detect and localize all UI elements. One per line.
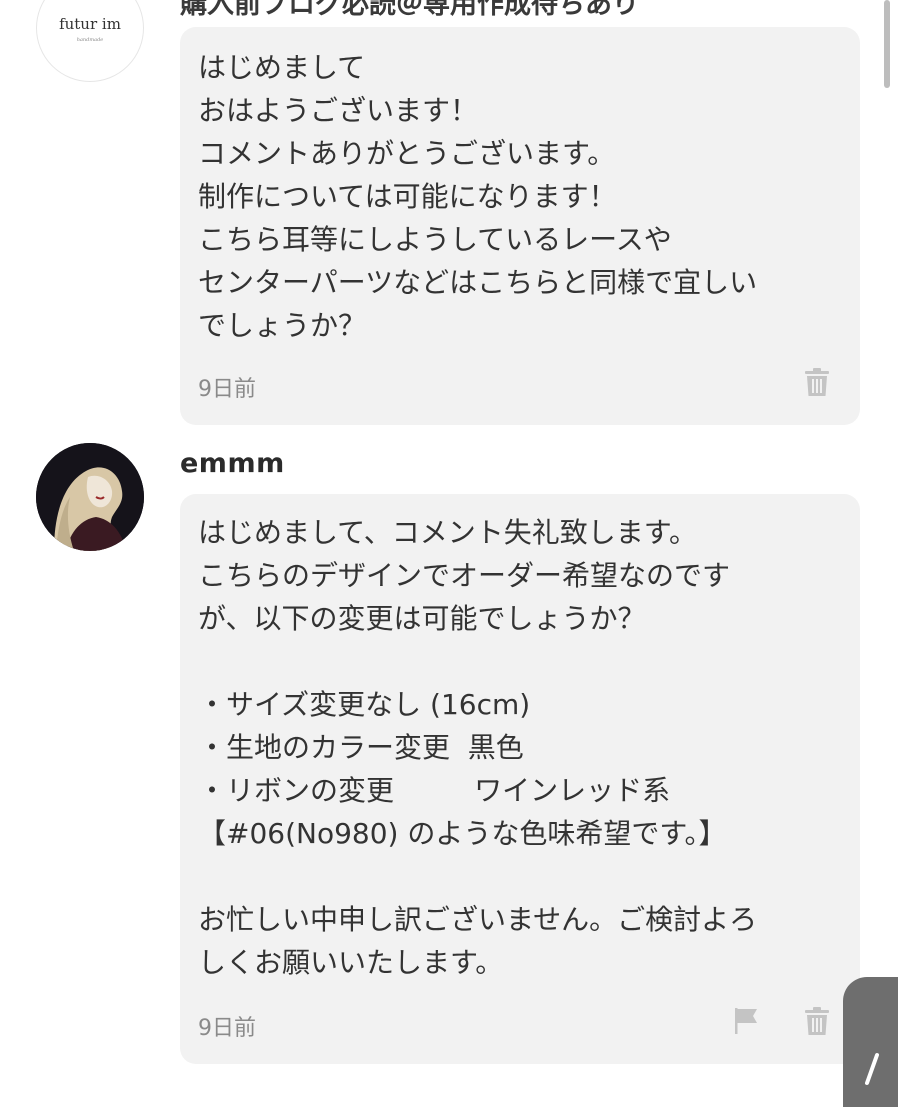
- shop-logo-text: futur im: [59, 15, 121, 33]
- comment-author[interactable]: emmm: [180, 448, 285, 479]
- comment-text-line: でしょうか？: [198, 309, 367, 342]
- comment-bubble-shop: はじめまして おはようございます！ コメントありがとうございます。 制作について…: [180, 27, 860, 425]
- comment-text-line: 制作については可能になります！: [198, 180, 617, 213]
- user-avatar[interactable]: [36, 443, 144, 551]
- comment-timestamp: 9日前: [198, 1016, 256, 1041]
- pencil-icon: [865, 1053, 879, 1085]
- comment-bubble-user: はじめまして、コメント失礼致します。 こちらのデザインでオーダー希望なのです が…: [180, 494, 860, 1064]
- trash-icon[interactable]: [803, 367, 831, 397]
- comment-text-line: はじめまして: [198, 51, 366, 84]
- comment-text-line: こちら耳等にしようしているレースや: [198, 223, 672, 256]
- comment-text-line: センターパーツなどはこちらと同様で宜しい: [198, 266, 758, 299]
- comment-text-line: コメントありがとうございます。: [198, 137, 616, 170]
- shop-name[interactable]: 購入前ブログ必読＠専用作成待ちあり: [180, 0, 639, 21]
- comment-text-line: はじめまして、コメント失礼致します。: [198, 516, 697, 549]
- comment-text-line: ・サイズ変更なし (16cm): [198, 688, 531, 721]
- comment-text-line: ・生地のカラー変更 黒色: [198, 731, 524, 764]
- comment-text-line: ・リボンの変更 ワインレッド系: [198, 774, 671, 807]
- comment-text-line: お忙しい中申し訳ございません。ご検討よろ: [198, 903, 758, 936]
- comment-text-line: 【#06(No980) のような色味希望です。】: [198, 817, 727, 850]
- shop-avatar[interactable]: futur im handmade: [36, 0, 144, 82]
- comment-text-line: こちらのデザインでオーダー希望なのです: [198, 559, 731, 592]
- flag-icon[interactable]: [732, 1006, 760, 1036]
- shop-logo-subtext: handmade: [76, 37, 104, 43]
- comment-text-line: しくお願いいたします。: [198, 946, 504, 979]
- comment-timestamp: 9日前: [198, 377, 256, 402]
- comment-text-line: が、以下の変更は可能でしょうか？: [198, 602, 646, 635]
- comment-text-line: おはようございます！: [198, 94, 479, 127]
- scrollbar[interactable]: [884, 0, 890, 88]
- write-comment-button[interactable]: [843, 977, 898, 1107]
- trash-icon[interactable]: [803, 1006, 831, 1036]
